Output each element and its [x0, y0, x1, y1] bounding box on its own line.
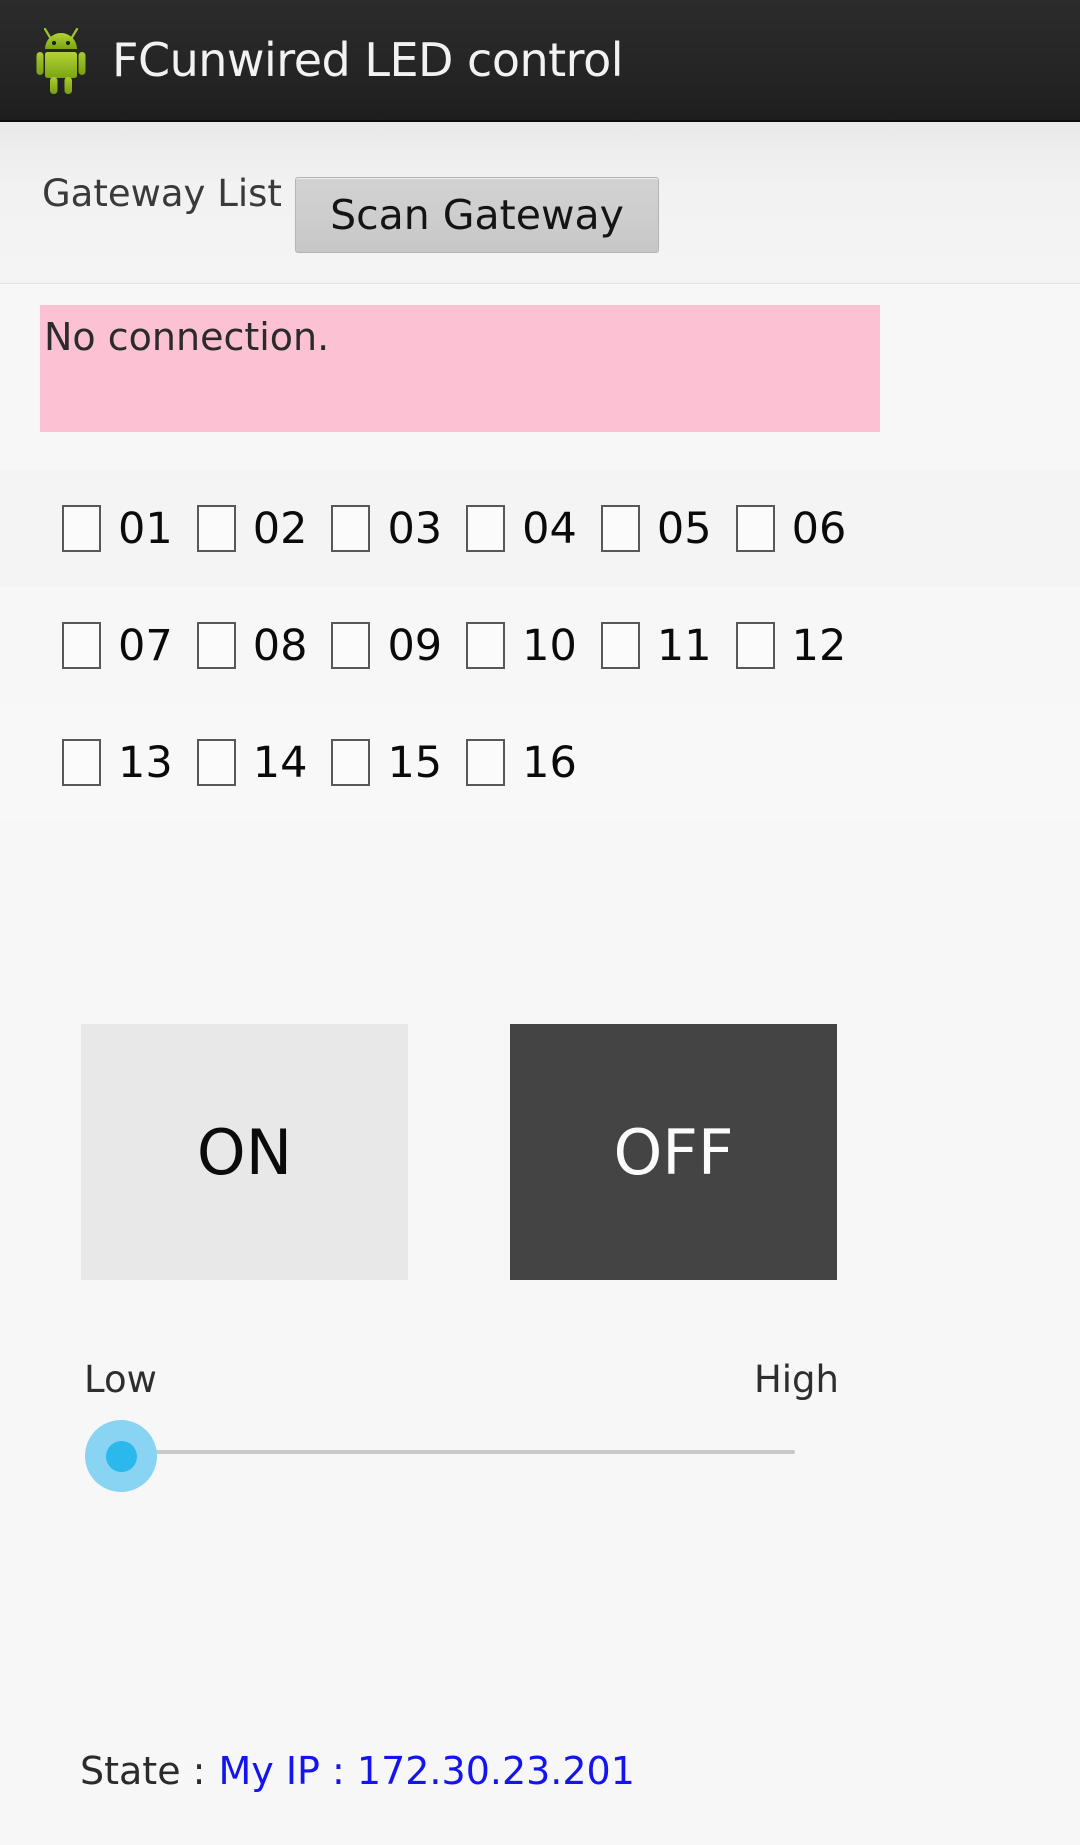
channel-label: 13: [118, 737, 173, 788]
channel-label: 07: [118, 620, 173, 671]
channel-label: 09: [387, 620, 443, 671]
checkbox-box-icon[interactable]: [600, 505, 640, 552]
led-off-button[interactable]: OFF: [510, 1024, 837, 1280]
channel-checkbox-grid: 01 02 03 04 05 06 07 08 09 10 11 12 13 1…: [0, 470, 1080, 821]
channel-checkbox-04[interactable]: 04: [466, 504, 577, 554]
channel-label: 10: [522, 620, 577, 671]
app-title-text: FCunwired LED control: [112, 33, 624, 87]
channel-checkbox-15[interactable]: 15: [331, 738, 442, 788]
checkbox-box-icon[interactable]: [331, 505, 371, 552]
checkbox-box-icon[interactable]: [735, 622, 775, 669]
brightness-low-label: Low: [84, 1358, 157, 1401]
state-label: State :: [80, 1749, 206, 1793]
channel-label: 01: [118, 503, 173, 554]
power-button-group: ON OFF: [0, 1024, 1080, 1282]
channel-label: 06: [791, 503, 847, 554]
brightness-scale-labels: Low High: [84, 1358, 839, 1401]
channel-label: 11: [656, 620, 712, 671]
channel-row-2: 07 08 09 10 11 12: [0, 587, 1080, 704]
channel-checkbox-16[interactable]: 16: [466, 738, 577, 788]
channel-checkbox-05[interactable]: 05: [600, 503, 712, 554]
checkbox-box-icon[interactable]: [331, 622, 371, 669]
checkbox-box-icon[interactable]: [466, 505, 506, 552]
connection-status-text: No connection.: [44, 315, 330, 359]
channel-label: 03: [387, 503, 443, 554]
channel-label: 04: [522, 503, 577, 554]
channel-checkbox-06[interactable]: 06: [735, 503, 847, 554]
channel-checkbox-11[interactable]: 11: [600, 620, 712, 671]
checkbox-box-icon[interactable]: [196, 739, 236, 786]
channel-label: 12: [791, 620, 847, 671]
brightness-slider-group: Low High: [0, 1330, 1080, 1530]
led-on-button[interactable]: ON: [81, 1024, 408, 1280]
channel-checkbox-07[interactable]: 07: [62, 621, 173, 671]
channel-row-1: 01 02 03 04 05 06: [0, 470, 1080, 587]
checkbox-box-icon[interactable]: [466, 739, 506, 786]
android-robot-icon: [32, 25, 90, 95]
state-status-line: State : My IP : 172.30.23.201: [80, 1749, 635, 1793]
channel-checkbox-03[interactable]: 03: [331, 504, 442, 554]
checkbox-box-icon[interactable]: [600, 622, 640, 669]
channel-label: 14: [252, 737, 308, 788]
scan-gateway-button[interactable]: Scan Gateway: [295, 177, 659, 253]
gateway-list-label: Gateway List: [42, 172, 282, 215]
channel-checkbox-10[interactable]: 10: [466, 621, 577, 671]
channel-checkbox-14[interactable]: 14: [196, 737, 308, 788]
connection-status-banner: No connection.: [40, 305, 880, 432]
checkbox-box-icon[interactable]: [196, 505, 236, 552]
checkbox-box-icon[interactable]: [62, 739, 101, 786]
channel-label: 05: [656, 503, 712, 554]
channel-checkbox-02[interactable]: 02: [196, 503, 308, 554]
channel-checkbox-08[interactable]: 08: [196, 620, 308, 671]
brightness-slider-thumb[interactable]: [85, 1420, 157, 1492]
checkbox-box-icon[interactable]: [62, 622, 101, 669]
channel-label: 16: [522, 737, 577, 788]
brightness-slider-track[interactable]: [90, 1450, 795, 1454]
app-title-bar: FCunwired LED control: [0, 0, 1080, 122]
checkbox-box-icon[interactable]: [196, 622, 236, 669]
channel-checkbox-13[interactable]: 13: [62, 738, 173, 788]
channel-label: 08: [252, 620, 308, 671]
channel-label: 02: [252, 503, 308, 554]
checkbox-box-icon[interactable]: [62, 505, 101, 552]
checkbox-box-icon[interactable]: [735, 505, 775, 552]
channel-row-3: 13 14 15 16: [0, 704, 1080, 821]
my-ip-value: My IP : 172.30.23.201: [218, 1749, 635, 1793]
checkbox-box-icon[interactable]: [466, 622, 506, 669]
brightness-high-label: High: [753, 1358, 839, 1401]
channel-checkbox-01[interactable]: 01: [62, 504, 173, 554]
channel-checkbox-12[interactable]: 12: [735, 620, 847, 671]
channel-checkbox-09[interactable]: 09: [331, 621, 442, 671]
checkbox-box-icon[interactable]: [331, 739, 371, 786]
channel-label: 15: [387, 737, 443, 788]
